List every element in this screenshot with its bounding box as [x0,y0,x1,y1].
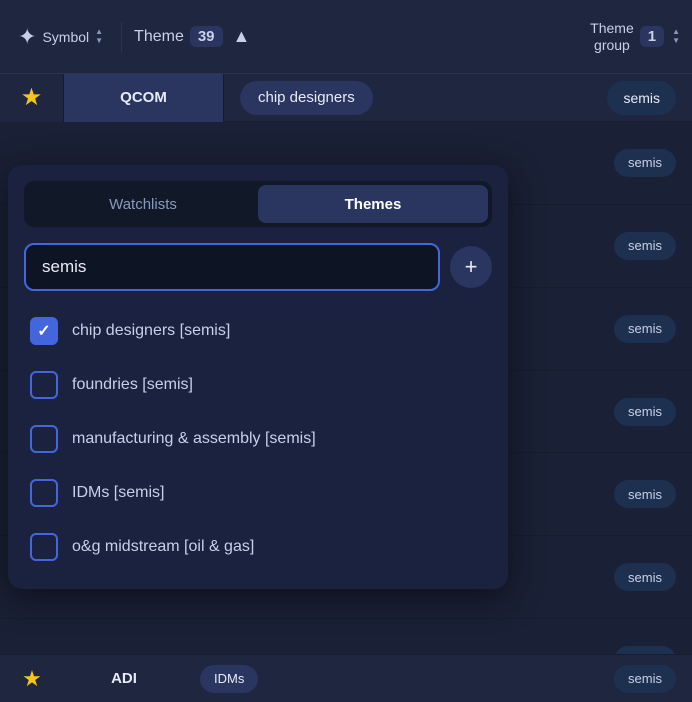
bottom-idms-chip[interactable]: IDMs [200,665,258,693]
theme-chevron-up-button[interactable]: ▲ [229,22,255,51]
bottom-row: ★ ADI IDMs semis [0,654,692,702]
list-item[interactable]: foundries [semis] [24,359,492,411]
semis-tag: semis [614,398,676,426]
theme-group-chevron-icon: ▲▼ [672,28,680,45]
row-header: ★ QCOM chip designers semis [0,74,692,122]
bottom-star-icon: ★ [22,666,42,692]
star-cell[interactable]: ★ [0,74,64,122]
checkbox-og-midstream[interactable] [30,533,58,561]
theme-group-count-badge: 1 [640,26,664,47]
list-item[interactable]: manufacturing & assembly [semis] [24,413,492,465]
item-label-idms: IDMs [semis] [72,484,164,502]
semis-chip[interactable]: semis [607,81,676,115]
theme-dropdown-panel: Watchlists Themes + ✓ chip designers [se… [8,165,508,589]
checkbox-manufacturing[interactable] [30,425,58,453]
list-item[interactable]: o&g midstream [oil & gas] [24,521,492,573]
bottom-semis-chip[interactable]: semis [614,665,676,693]
star-icon: ★ [21,83,43,112]
add-theme-button[interactable]: + [450,246,492,288]
item-label-chip-designers: chip designers [semis] [72,322,230,340]
list-item[interactable]: IDMs [semis] [24,467,492,519]
semis-tag: semis [614,232,676,260]
symbol-label: Symbol [42,29,89,45]
theme-chip[interactable]: chip designers [240,81,373,115]
ticker-label: QCOM [120,89,167,106]
sparkle-icon: ✦ [18,24,36,50]
tab-watchlists[interactable]: Watchlists [28,185,258,223]
ticker-cell: QCOM [64,74,224,122]
divider [121,22,122,52]
semis-tag: semis [614,480,676,508]
checkbox-list: ✓ chip designers [semis] foundries [semi… [24,305,492,573]
toolbar: ✦ Symbol ▲▼ Theme 39 ▲ Theme group 1 ▲▼ [0,0,692,74]
checkmark-icon: ✓ [37,321,50,341]
checkbox-idms[interactable] [30,479,58,507]
item-label-manufacturing: manufacturing & assembly [semis] [72,430,316,448]
theme-count-badge: 39 [190,26,223,47]
tab-switcher: Watchlists Themes [24,181,492,227]
list-item[interactable]: ✓ chip designers [semis] [24,305,492,357]
checkbox-chip-designers[interactable]: ✓ [30,317,58,345]
bottom-star-cell[interactable]: ★ [0,666,64,692]
theme-group-section: Theme group 1 ▲▼ [590,20,680,54]
semis-tag: semis [614,149,676,177]
theme-group-label: Theme group [590,20,634,54]
bottom-ticker: ADI [64,670,184,687]
semis-tag: semis [614,315,676,343]
search-row: + [24,243,492,291]
tab-themes[interactable]: Themes [258,185,488,223]
item-label-foundries: foundries [semis] [72,376,193,394]
theme-label: Theme [134,28,184,46]
symbol-chevron-icon: ▲▼ [95,28,103,45]
search-input[interactable] [24,243,440,291]
checkbox-foundries[interactable] [30,371,58,399]
semis-tag: semis [614,563,676,591]
item-label-og-midstream: o&g midstream [oil & gas] [72,538,254,556]
symbol-button[interactable]: ✦ Symbol ▲▼ [12,20,109,54]
theme-section: Theme 39 ▲ [134,22,254,51]
